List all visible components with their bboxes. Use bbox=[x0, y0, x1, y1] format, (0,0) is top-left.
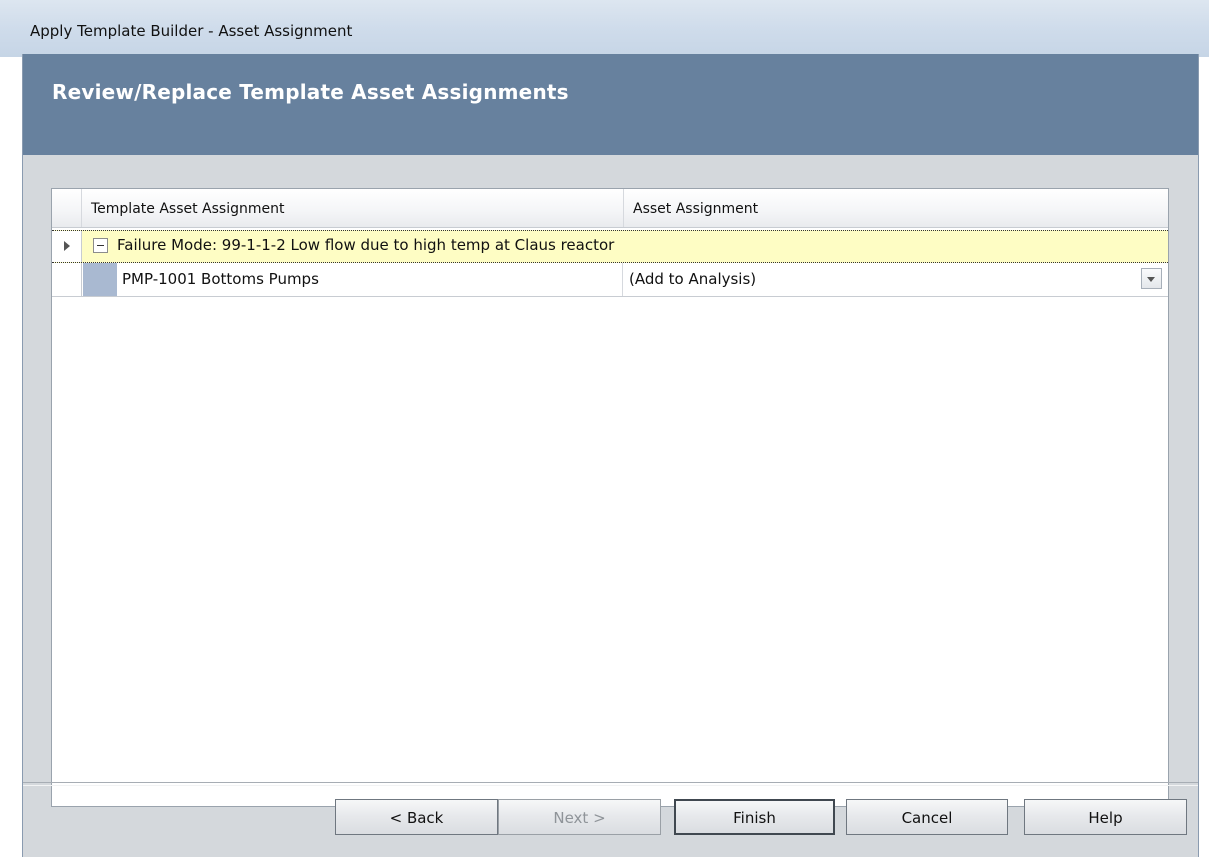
dialog-window: Apply Template Builder - Asset Assignmen… bbox=[0, 0, 1209, 857]
next-button[interactable]: Next > bbox=[498, 799, 661, 835]
current-row-arrow-icon bbox=[64, 241, 70, 251]
row-selector[interactable] bbox=[52, 263, 82, 296]
group-label: Failure Mode: 99-1-1-2 Low flow due to h… bbox=[117, 236, 615, 254]
collapse-icon[interactable] bbox=[93, 238, 108, 253]
window-title: Apply Template Builder - Asset Assignmen… bbox=[30, 22, 353, 40]
row-selector[interactable] bbox=[52, 231, 82, 262]
wizard-header: Review/Replace Template Asset Assignment… bbox=[23, 54, 1198, 155]
help-button[interactable]: Help bbox=[1024, 799, 1187, 835]
group-row-failure-mode[interactable]: Failure Mode: 99-1-1-2 Low flow due to h… bbox=[52, 230, 1168, 263]
chevron-down-icon[interactable] bbox=[1141, 268, 1162, 289]
dialog-body: Review/Replace Template Asset Assignment… bbox=[22, 54, 1199, 857]
title-bar[interactable]: Apply Template Builder - Asset Assignmen… bbox=[0, 0, 1209, 57]
footer-divider bbox=[23, 782, 1198, 786]
page-title: Review/Replace Template Asset Assignment… bbox=[52, 80, 569, 104]
back-button[interactable]: < Back bbox=[335, 799, 498, 835]
asset-assignment-grid: Template Asset Assignment Asset Assignme… bbox=[51, 188, 1169, 807]
grid-header: Template Asset Assignment Asset Assignme… bbox=[52, 189, 1168, 228]
row-indent bbox=[83, 263, 117, 296]
header-row-selector bbox=[52, 189, 82, 227]
column-header-asset-assignment[interactable]: Asset Assignment bbox=[623, 189, 1168, 227]
finish-button[interactable]: Finish bbox=[674, 799, 835, 835]
column-header-template-asset-assignment[interactable]: Template Asset Assignment bbox=[82, 189, 623, 227]
template-asset-cell[interactable]: PMP-1001 Bottoms Pumps bbox=[117, 263, 623, 296]
asset-assignment-dropdown[interactable]: (Add to Analysis) bbox=[623, 263, 1168, 296]
cancel-button[interactable]: Cancel bbox=[846, 799, 1008, 835]
table-row[interactable]: PMP-1001 Bottoms Pumps (Add to Analysis) bbox=[52, 263, 1168, 297]
asset-assignment-value: (Add to Analysis) bbox=[629, 270, 757, 288]
